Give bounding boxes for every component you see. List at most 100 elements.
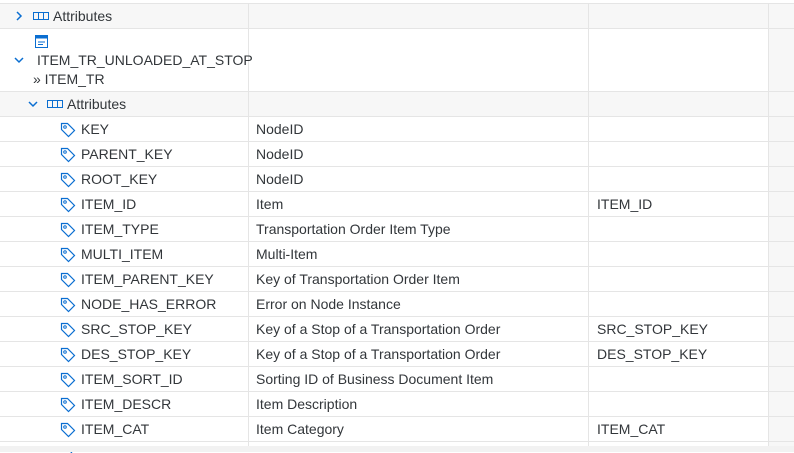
trailing-cell xyxy=(769,167,794,191)
description-cell: Item xyxy=(249,192,589,216)
attribute-row[interactable]: ITEM_ID Item ITEM_ID xyxy=(0,191,794,216)
attributes-icon xyxy=(47,100,63,108)
description-cell xyxy=(249,29,589,91)
trailing-cell xyxy=(769,342,794,366)
description-cell: Transportation Order Item Type xyxy=(249,217,589,241)
field-cell: SRC_STOP_KEY xyxy=(589,317,769,341)
attribute-row[interactable]: MULTI_ITEM Multi-Item xyxy=(0,241,794,266)
field-cell xyxy=(589,367,769,391)
tree-row-association[interactable]: ITEM_TR_UNLOADED_AT_STOP » ITEM_TR xyxy=(0,28,794,91)
chevron-down-icon[interactable] xyxy=(27,98,39,110)
name-cell: MULTI_ITEM xyxy=(0,242,249,266)
tag-icon xyxy=(60,247,76,263)
association-node-icon xyxy=(35,35,48,48)
attribute-row[interactable]: SRC_STOP_KEY Key of a Stop of a Transpor… xyxy=(0,316,794,341)
attribute-name: ROOT_KEY xyxy=(81,171,158,187)
attribute-description: Sorting ID of Business Document Item xyxy=(256,371,494,387)
attribute-description: NodeID xyxy=(256,121,304,137)
name-cell: ITEM_DESCR xyxy=(0,392,249,416)
description-cell: Key of Transportation Order Item xyxy=(249,267,589,291)
association-target: » ITEM_TR xyxy=(33,71,105,87)
attribute-description: NodeID xyxy=(256,171,304,187)
name-cell: SRC_STOP_KEY xyxy=(0,317,249,341)
attribute-description: Key of Transportation Order Item xyxy=(256,271,460,287)
description-cell: NodeID xyxy=(249,167,589,191)
tag-icon xyxy=(60,422,76,438)
trailing-cell xyxy=(769,92,794,116)
trailing-cell xyxy=(769,292,794,316)
trailing-cell xyxy=(769,142,794,166)
name-cell: NODE_HAS_ERROR xyxy=(0,292,249,316)
name-cell: ITEM_ID xyxy=(0,192,249,216)
attribute-name: ITEM_SORT_ID xyxy=(81,371,183,387)
tag-icon xyxy=(60,397,76,413)
tree-row-attributes-collapsed[interactable]: Attributes xyxy=(0,3,794,28)
field-cell xyxy=(589,92,769,116)
chevron-down-icon[interactable] xyxy=(13,54,25,66)
attribute-name: ITEM_CAT xyxy=(81,421,150,437)
attribute-row[interactable]: ITEM_TYPE Transportation Order Item Type xyxy=(0,216,794,241)
field-cell xyxy=(589,217,769,241)
name-cell: ITEM_PARENT_KEY xyxy=(0,267,249,291)
name-cell: Attributes xyxy=(0,92,249,116)
description-cell: Item Description xyxy=(249,392,589,416)
trailing-cell xyxy=(769,417,794,441)
chevron-right-icon[interactable] xyxy=(13,10,25,22)
trailing-cell xyxy=(769,117,794,141)
description-cell xyxy=(249,92,589,116)
attribute-name: SRC_STOP_KEY xyxy=(81,321,193,337)
trailing-cell xyxy=(769,317,794,341)
horizontal-scrollbar[interactable] xyxy=(0,446,794,452)
description-cell: Sorting ID of Business Document Item xyxy=(249,367,589,391)
name-cell: ITEM_SORT_ID xyxy=(0,367,249,391)
attribute-row[interactable]: NODE_HAS_ERROR Error on Node Instance xyxy=(0,291,794,316)
attribute-description: Item xyxy=(256,196,284,212)
tree-row-attributes-expanded[interactable]: Attributes xyxy=(0,91,794,116)
attribute-row[interactable]: ITEM_DESCR Item Description xyxy=(0,391,794,416)
attribute-row[interactable]: PARENT_KEY NodeID xyxy=(0,141,794,166)
attribute-description: Key of a Stop of a Transportation Order xyxy=(256,346,501,362)
name-cell: PARENT_KEY xyxy=(0,142,249,166)
name-cell: ROOT_KEY xyxy=(0,167,249,191)
trailing-cell xyxy=(769,367,794,391)
description-cell: NodeID xyxy=(249,117,589,141)
attribute-row[interactable]: ITEM_PARENT_KEY Key of Transportation Or… xyxy=(0,266,794,291)
trailing-cell xyxy=(769,192,794,216)
attribute-name: MULTI_ITEM xyxy=(81,246,164,262)
trailing-cell xyxy=(769,4,794,28)
attribute-description: Error on Node Instance xyxy=(256,296,401,312)
tag-icon xyxy=(60,372,76,388)
attribute-name: DES_STOP_KEY xyxy=(81,346,192,362)
attribute-row[interactable]: DES_STOP_KEY Key of a Stop of a Transpor… xyxy=(0,341,794,366)
attribute-row[interactable]: ITEM_SORT_ID Sorting ID of Business Docu… xyxy=(0,366,794,391)
description-cell: Key of a Stop of a Transportation Order xyxy=(249,342,589,366)
trailing-cell xyxy=(769,267,794,291)
attribute-row[interactable]: ITEM_CAT Item Category ITEM_CAT xyxy=(0,416,794,441)
attribute-description: Key of a Stop of a Transportation Order xyxy=(256,321,501,337)
attribute-name: ITEM_PARENT_KEY xyxy=(81,271,214,287)
tag-icon xyxy=(60,172,76,188)
description-cell: Error on Node Instance xyxy=(249,292,589,316)
group-label: Attributes xyxy=(53,8,113,24)
attribute-name: NODE_HAS_ERROR xyxy=(81,296,217,312)
tag-icon xyxy=(60,122,76,138)
attribute-field: ITEM_ID xyxy=(597,196,653,212)
description-cell xyxy=(249,4,589,28)
field-cell: DES_STOP_KEY xyxy=(589,342,769,366)
name-cell: DES_STOP_KEY xyxy=(0,342,249,366)
attribute-name: KEY xyxy=(81,121,110,137)
attribute-row[interactable]: KEY NodeID xyxy=(0,116,794,141)
field-cell xyxy=(589,167,769,191)
name-cell: ITEM_TYPE xyxy=(0,217,249,241)
name-cell: Attributes xyxy=(0,4,249,28)
trailing-cell xyxy=(769,29,794,91)
attribute-name: ITEM_TYPE xyxy=(81,221,159,237)
attribute-row[interactable]: ROOT_KEY NodeID xyxy=(0,166,794,191)
attribute-name: ITEM_DESCR xyxy=(81,396,172,412)
attribute-description: Multi-Item xyxy=(256,246,318,262)
trailing-cell xyxy=(769,217,794,241)
field-cell xyxy=(589,4,769,28)
field-cell: ITEM_CAT xyxy=(589,417,769,441)
field-cell xyxy=(589,267,769,291)
trailing-cell xyxy=(769,242,794,266)
